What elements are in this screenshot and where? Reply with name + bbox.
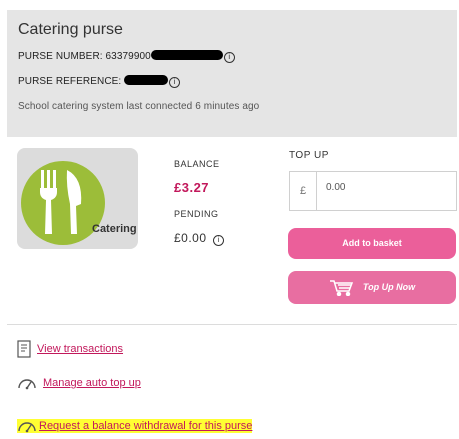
info-icon[interactable]: i — [223, 52, 235, 63]
topup-amount-field[interactable]: £ — [289, 171, 457, 211]
view-transactions-row: View transactions — [17, 340, 123, 358]
redacted-block — [150, 50, 223, 60]
balance-label: BALANCE — [174, 159, 220, 169]
gauge-icon — [18, 379, 36, 390]
catering-tile: Catering — [17, 148, 138, 249]
manage-auto-topup-link[interactable]: Manage auto top up — [43, 377, 141, 389]
info-icon[interactable]: i — [213, 235, 225, 246]
shopping-cart-icon — [329, 279, 354, 296]
highlight-mark: Request a balance withdrawal for this pu… — [17, 418, 253, 433]
purse-reference-label: PURSE REFERENCE: — [18, 76, 122, 87]
withdrawal-row: Request a balance withdrawal for this pu… — [17, 418, 253, 434]
purse-header-panel: Catering purse PURSE NUMBER: 63379900 i P… — [7, 10, 457, 137]
gauge-icon — [18, 422, 36, 433]
purse-number: PURSE NUMBER: 63379900 i — [18, 50, 235, 63]
add-to-basket-button[interactable]: Add to basket — [288, 228, 456, 259]
purse-number-label: PURSE NUMBER: 63379900 — [18, 51, 151, 62]
pending-label: PENDING — [174, 209, 219, 219]
currency-symbol: £ — [290, 172, 317, 210]
balance-value: £3.27 — [174, 180, 210, 195]
top-up-now-label: Top Up Now — [362, 282, 416, 292]
topup-label: TOP UP — [289, 150, 329, 161]
redacted-block — [124, 75, 169, 85]
receipt-icon — [17, 340, 31, 358]
top-up-now-button[interactable]: Top Up Now — [288, 271, 456, 304]
pending-value: £0.00 — [174, 231, 207, 245]
divider — [7, 324, 457, 325]
tile-label: Catering — [92, 223, 137, 235]
topup-amount-input[interactable] — [326, 182, 446, 193]
info-icon[interactable]: i — [169, 77, 181, 88]
fork-knife-icon — [40, 170, 82, 234]
view-transactions-link[interactable]: View transactions — [37, 343, 123, 355]
request-withdrawal-link[interactable]: Request a balance withdrawal for this pu… — [39, 420, 252, 432]
connection-status: School catering system last connected 6 … — [18, 101, 260, 112]
pending-row: £0.00 i — [174, 231, 225, 246]
manage-auto-topup-row: Manage auto top up — [17, 375, 141, 391]
purse-title: Catering purse — [18, 21, 123, 38]
purse-reference: PURSE REFERENCE: i — [18, 75, 181, 88]
